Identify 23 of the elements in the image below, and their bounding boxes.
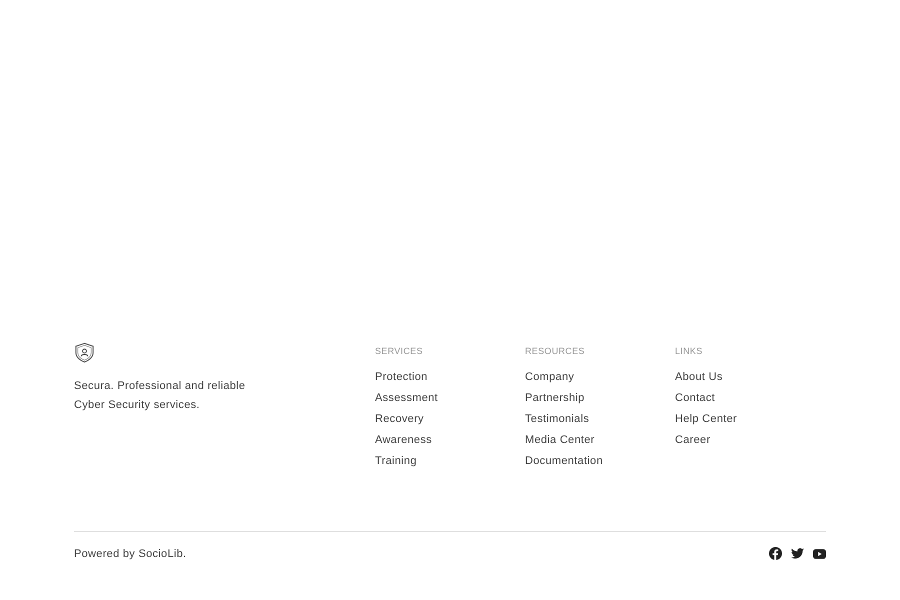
column-heading: LINKS [675,346,703,356]
footer-link[interactable]: Awareness [375,433,432,447]
footer-link[interactable]: About Us [675,370,723,384]
twitter-bird-icon[interactable] [791,548,804,559]
footer-link[interactable]: Protection [375,370,428,384]
footer-link[interactable]: Media Center [525,433,595,447]
footer-link[interactable]: Help Center [675,412,737,426]
column-heading: SERVICES [375,346,423,356]
column-heading: RESOURCES [525,346,585,356]
footer-link[interactable]: Training [375,454,417,468]
footer-link[interactable]: Testimonials [525,412,590,426]
credit-text: Powered by SocioLib. [74,548,186,560]
footer-link[interactable]: Documentation [525,454,603,468]
shield-user-icon [74,342,95,363]
footer-link[interactable]: Recovery [375,412,424,426]
footer-link[interactable]: Partnership [525,391,585,405]
footer-link[interactable]: Assessment [375,391,438,405]
brand-description: Secura. Professional and reliable Cyber Security services. [74,379,246,413]
footer-link[interactable]: Contact [675,391,716,405]
youtube-icon[interactable] [813,548,826,558]
footer-link[interactable]: Company [525,370,574,384]
footer-link[interactable]: Career [675,433,710,447]
facebook-icon[interactable] [769,547,782,560]
